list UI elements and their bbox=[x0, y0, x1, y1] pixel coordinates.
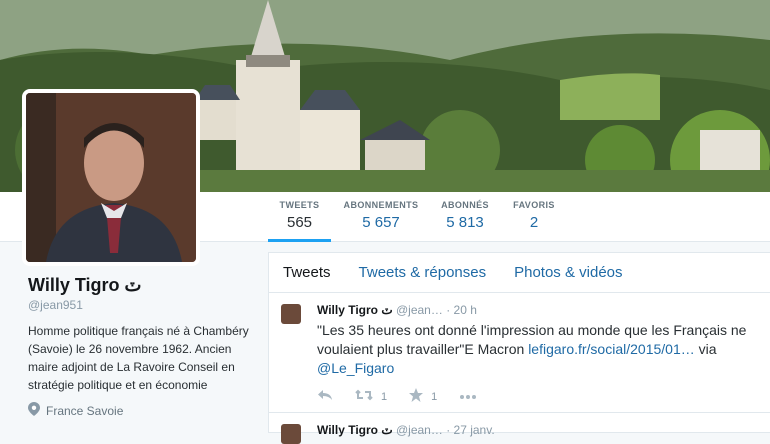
stat-following-value: 5 657 bbox=[362, 214, 400, 231]
tweet-text: "Les 35 heures ont donné l'impression au… bbox=[317, 321, 757, 378]
stat-tweets-label: TWEETS bbox=[279, 200, 320, 210]
tweet-item[interactable]: Willy Tigro ٽ @jean… · 20 h "Les 35 heur… bbox=[269, 293, 770, 413]
stat-likes[interactable]: FAVORIS 2 bbox=[510, 200, 558, 242]
tweet-item[interactable]: Willy Tigro ٽ @jean… · 27 janv. bbox=[269, 413, 770, 444]
profile-card: Willy Tigro ٽ @jean951 Homme politique f… bbox=[28, 275, 253, 419]
timeline-tabs: Tweets Tweets & réponses Photos & vidéos bbox=[269, 253, 770, 293]
tweet-avatar[interactable] bbox=[281, 304, 301, 324]
retweet-count: 1 bbox=[381, 390, 388, 403]
tweet-avatar[interactable] bbox=[281, 424, 301, 444]
profile-location: France Savoie bbox=[28, 402, 253, 419]
location-text: France Savoie bbox=[46, 403, 124, 418]
tweet-actions: 1 1 bbox=[317, 388, 758, 405]
reply-button[interactable] bbox=[317, 389, 333, 404]
tweet-header: Willy Tigro ٽ @jean… · 20 h bbox=[317, 303, 758, 317]
stat-likes-label: FAVORIS bbox=[513, 200, 555, 210]
more-button[interactable] bbox=[459, 391, 477, 403]
stat-followers[interactable]: ABONNÉS 5 813 bbox=[436, 200, 494, 242]
stat-following[interactable]: ABONNEMENTS 5 657 bbox=[340, 200, 422, 242]
tab-photos-videos[interactable]: Photos & vidéos bbox=[500, 264, 636, 281]
reply-icon bbox=[317, 389, 333, 404]
tweet-time[interactable]: · 27 janv. bbox=[446, 423, 494, 437]
tab-tweets-replies[interactable]: Tweets & réponses bbox=[345, 264, 501, 281]
tweet-header: Willy Tigro ٽ @jean… · 27 janv. bbox=[317, 423, 758, 437]
stat-following-label: ABONNEMENTS bbox=[343, 200, 419, 210]
tweet-author-name[interactable]: Willy Tigro ٽ bbox=[317, 303, 393, 317]
tweet-via: via bbox=[698, 341, 717, 357]
stat-followers-label: ABONNÉS bbox=[441, 200, 489, 210]
like-icon bbox=[409, 388, 424, 405]
profile-avatar[interactable] bbox=[22, 89, 200, 266]
retweet-icon bbox=[355, 389, 373, 404]
stat-followers-value: 5 813 bbox=[446, 214, 484, 231]
tweet-time[interactable]: · 20 h bbox=[446, 303, 477, 317]
profile-handle[interactable]: @jean951 bbox=[28, 298, 253, 312]
tweet-author-handle[interactable]: @jean… bbox=[396, 303, 443, 317]
avatar-portrait-image bbox=[26, 93, 196, 262]
tab-tweets[interactable]: Tweets bbox=[269, 264, 345, 281]
tweet-author-name[interactable]: Willy Tigro ٽ bbox=[317, 423, 393, 437]
stat-tweets[interactable]: TWEETS 565 bbox=[268, 200, 331, 242]
stat-tweets-value: 565 bbox=[286, 214, 313, 231]
tweet-link[interactable]: lefigaro.fr/social/2015/01… bbox=[528, 341, 695, 357]
retweet-button[interactable]: 1 bbox=[355, 389, 387, 404]
profile-name[interactable]: Willy Tigro ٽ bbox=[28, 275, 253, 296]
profile-bio: Homme politique français né à Chambéry (… bbox=[28, 324, 249, 392]
location-icon bbox=[28, 402, 40, 419]
like-button[interactable]: 1 bbox=[409, 388, 437, 405]
tweet-mention[interactable]: @Le_Figaro bbox=[317, 360, 394, 376]
like-count: 1 bbox=[431, 390, 438, 403]
tweet-author-handle[interactable]: @jean… bbox=[396, 423, 443, 437]
more-icon bbox=[459, 391, 477, 403]
stat-likes-value: 2 bbox=[529, 214, 539, 231]
timeline: Tweets Tweets & réponses Photos & vidéos… bbox=[268, 252, 770, 444]
